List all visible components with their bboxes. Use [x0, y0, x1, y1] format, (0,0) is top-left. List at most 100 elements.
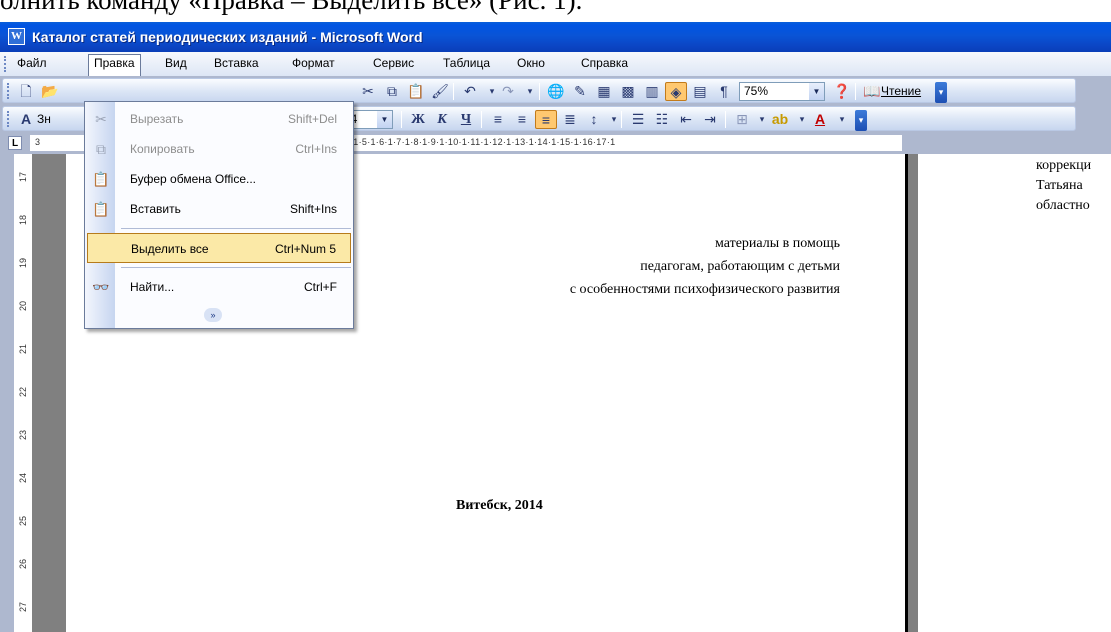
- toolbar-separator: [481, 111, 482, 128]
- hyperlink-icon[interactable]: 🌐: [545, 82, 567, 101]
- tab-selector[interactable]: L: [8, 136, 22, 150]
- open-folder-icon[interactable]: 📂: [39, 82, 61, 101]
- show-hide-icon[interactable]: ¶: [713, 82, 735, 101]
- copy-icon: ⧉: [96, 141, 106, 157]
- document-line: материалы в помощь: [714, 236, 840, 251]
- align-left-icon[interactable]: ≡: [487, 110, 509, 129]
- document-map-icon[interactable]: ▤: [689, 82, 711, 101]
- document-line: с особенностями психофизического развити…: [569, 282, 840, 297]
- bold-button[interactable]: Ж: [407, 110, 429, 129]
- menu-help[interactable]: Справка: [576, 55, 633, 73]
- align-right-icon[interactable]: ≡: [535, 110, 557, 129]
- zoom-combobox[interactable]: 75% ▼: [739, 82, 825, 101]
- menu-item-copy[interactable]: ⧉ Копировать Ctrl+Ins: [87, 134, 351, 164]
- copy-icon[interactable]: ⧉: [381, 82, 403, 101]
- menu-item-label: Выделить все: [131, 242, 209, 256]
- toolbar-grip[interactable]: [7, 111, 10, 127]
- menu-item-shortcut: Ctrl+F: [304, 280, 337, 294]
- vruler-tick: 21: [18, 344, 28, 355]
- menu-tools[interactable]: Сервис: [368, 55, 419, 73]
- highlight-icon[interactable]: ab: [769, 110, 791, 129]
- italic-button[interactable]: К: [431, 110, 453, 129]
- toolbar-separator: [725, 111, 726, 128]
- menu-separator: [121, 228, 351, 229]
- menu-view[interactable]: Вид: [160, 55, 192, 73]
- reading-layout-button[interactable]: Чтение: [881, 82, 921, 101]
- vruler-tick: 23: [18, 430, 28, 441]
- document-caption-fragment: олнить команду «Правка – Выделить все» (…: [0, 0, 1111, 22]
- toolbar-grip[interactable]: [7, 83, 10, 99]
- menu-bar: Файл Правка Вид Вставка Формат Сервис Та…: [0, 52, 1111, 76]
- line-spacing-icon[interactable]: ↕: [583, 110, 605, 129]
- binoculars-icon: 👓: [92, 279, 110, 295]
- edit-menu-dropdown: ✂ Вырезать Shift+Del ⧉ Копировать Ctrl+I…: [84, 101, 354, 329]
- menu-item-label: Вставить: [130, 202, 181, 216]
- increase-indent-icon[interactable]: ⇥: [699, 110, 721, 129]
- ruler-lead-mark: 3: [35, 137, 41, 147]
- vruler-tick: 17: [18, 172, 28, 183]
- menu-format[interactable]: Формат: [287, 55, 340, 73]
- double-chevron-down-icon[interactable]: »: [204, 308, 222, 322]
- format-painter-icon[interactable]: 🖌: [429, 82, 451, 101]
- next-page-line: областно: [1036, 198, 1090, 213]
- vruler-tick: 26: [18, 559, 28, 570]
- vruler-tick: 25: [18, 516, 28, 527]
- zoom-value: 75%: [744, 84, 769, 98]
- menu-item-cut[interactable]: ✂ Вырезать Shift+Del: [87, 104, 351, 134]
- vertical-ruler[interactable]: 17 18 19 20 21 22 23 24 25 26 27: [14, 154, 32, 632]
- title-bar: W Каталог статей периодических изданий -…: [0, 22, 1111, 52]
- scissors-icon: ✂: [95, 111, 107, 127]
- font-color-icon[interactable]: A: [809, 110, 831, 129]
- chevron-down-icon[interactable]: ▼: [377, 111, 392, 128]
- menu-item-shortcut: Shift+Del: [287, 112, 337, 126]
- toolbar-separator: [453, 83, 454, 100]
- paste-icon[interactable]: 📋: [405, 82, 427, 101]
- chevron-down-icon[interactable]: ▼: [809, 83, 824, 100]
- reading-layout-icon[interactable]: 📖: [861, 82, 883, 101]
- menu-bar-grip[interactable]: [4, 56, 7, 72]
- insert-table-icon[interactable]: ▦: [593, 82, 615, 101]
- borders-icon[interactable]: ⊞: [731, 110, 753, 129]
- bullets-icon[interactable]: ☷: [651, 110, 673, 129]
- menu-item-find[interactable]: 👓 Найти... Ctrl+F: [87, 272, 351, 302]
- menu-insert[interactable]: Вставка: [209, 55, 264, 73]
- styles-formatting-icon[interactable]: A: [15, 110, 37, 129]
- next-page[interactable]: коррекци Татьяна областно: [918, 154, 1111, 632]
- new-document-icon[interactable]: 🗋: [15, 82, 37, 101]
- menu-edit[interactable]: Правка: [88, 54, 141, 76]
- redo-dropdown-icon[interactable]: ▾: [519, 82, 541, 101]
- menu-item-label: Буфер обмена Office...: [130, 172, 256, 186]
- insert-excel-icon[interactable]: ▩: [617, 82, 639, 101]
- menu-item-paste[interactable]: 📋 Вставить Shift+Ins: [87, 194, 351, 224]
- columns-icon[interactable]: ▥: [641, 82, 663, 101]
- help-icon[interactable]: ❓: [831, 82, 853, 101]
- tables-borders-icon[interactable]: ✎: [569, 82, 591, 101]
- menu-window[interactable]: Окно: [512, 55, 550, 73]
- ruler-marks: ·1·5·1·6·1·7·1·8·1·9·1·10·1·11·1·12·1·13…: [350, 137, 616, 147]
- undo-icon[interactable]: ↶: [459, 82, 481, 101]
- toolbar-options-icon[interactable]: ▾: [935, 82, 947, 103]
- font-color-dropdown-icon[interactable]: ▾: [831, 110, 853, 129]
- next-page-line: Татьяна: [1036, 178, 1083, 193]
- style-combobox-fragment[interactable]: Зн: [37, 110, 51, 129]
- toolbar-separator: [539, 83, 540, 100]
- justify-icon[interactable]: ≣: [559, 110, 581, 129]
- numbering-icon[interactable]: ☰: [627, 110, 649, 129]
- toolbar-options-icon[interactable]: ▾: [855, 110, 867, 131]
- decrease-indent-icon[interactable]: ⇤: [675, 110, 697, 129]
- menu-table[interactable]: Таблица: [438, 55, 495, 73]
- underline-button[interactable]: Ч: [455, 110, 477, 129]
- align-center-icon[interactable]: ≡: [511, 110, 533, 129]
- menu-file[interactable]: Файл: [12, 55, 52, 73]
- menu-item-select-all[interactable]: Выделить все Ctrl+Num 5: [87, 233, 351, 263]
- drawing-icon[interactable]: ◈: [665, 82, 687, 101]
- standard-toolbar-band: 🗋 📂 ✂ ⧉ 📋 🖌 ↶ ▾ ↷ ▾ 🌐 ✎ ▦ ▩ ▥ ◈ ▤ ¶ 75% …: [2, 78, 1076, 103]
- toolbar-separator: [855, 83, 856, 100]
- vruler-tick: 22: [18, 387, 28, 398]
- window-title: Каталог статей периодических изданий - M…: [32, 29, 423, 45]
- word-document-icon[interactable]: W: [8, 28, 25, 45]
- menu-item-office-clipboard[interactable]: 📋 Буфер обмена Office...: [87, 164, 351, 194]
- standard-toolbar: 🗋 📂 ✂ ⧉ 📋 🖌 ↶ ▾ ↷ ▾ 🌐 ✎ ▦ ▩ ▥ ◈ ▤ ¶ 75% …: [0, 76, 1111, 104]
- redo-icon[interactable]: ↷: [497, 82, 519, 101]
- cut-icon[interactable]: ✂: [357, 82, 379, 101]
